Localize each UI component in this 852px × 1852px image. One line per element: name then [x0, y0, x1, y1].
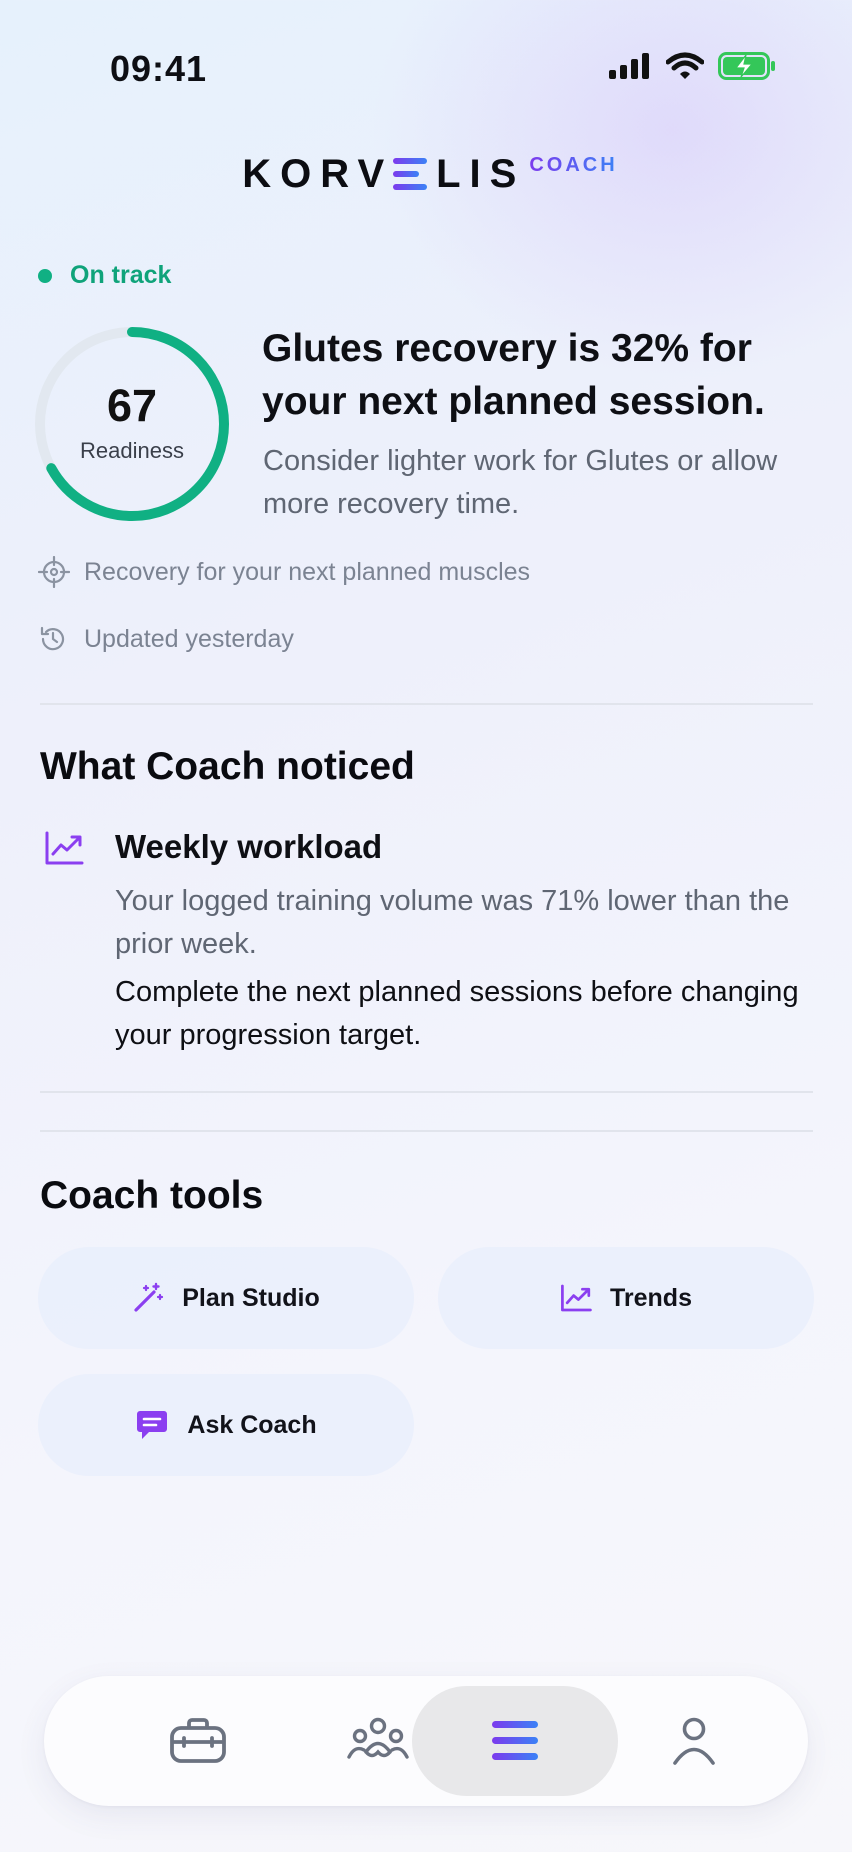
status-indicator: On track — [38, 261, 171, 290]
ask-coach-button[interactable]: Ask Coach — [38, 1374, 414, 1476]
wifi-icon — [666, 52, 704, 79]
brand-logo: KORV LIS COACH — [0, 150, 852, 198]
trends-label: Trends — [610, 1283, 692, 1312]
divider — [40, 1130, 813, 1132]
readiness-score: 67 — [106, 380, 158, 431]
brand-e-mark — [393, 158, 428, 190]
target-muscles-row: Recovery for your next planned muscles — [38, 556, 530, 588]
tools-section-title: Coach tools — [40, 1174, 264, 1217]
status-icons — [608, 52, 776, 80]
signal-icon — [609, 53, 649, 79]
updated-row: Updated yesterday — [38, 624, 294, 654]
status-dot — [38, 268, 52, 283]
battery-charging-icon — [718, 52, 775, 80]
magic-wand-icon — [134, 1282, 164, 1312]
recovery-headline: Glutes recovery is 32% for your next pla… — [262, 327, 765, 423]
tab-coach[interactable] — [425, 1676, 605, 1806]
plan-studio-button[interactable]: Plan Studio — [38, 1247, 414, 1349]
divider — [40, 703, 813, 705]
notice-action: Complete the next planned sessions befor… — [115, 976, 799, 1051]
chat-bubble-icon — [137, 1411, 168, 1439]
notice-body: Your logged training volume was 71% lowe… — [115, 885, 790, 960]
trends-button[interactable]: Trends — [438, 1247, 814, 1349]
community-icon — [347, 1717, 409, 1759]
profile-icon — [673, 1717, 715, 1765]
briefcase-icon — [170, 1718, 226, 1763]
history-icon — [40, 626, 65, 651]
ask-coach-label: Ask Coach — [187, 1410, 317, 1439]
notice-title: Weekly workload — [115, 828, 383, 865]
coach-menu-icon — [492, 1721, 538, 1760]
updated-text: Updated yesterday — [84, 624, 294, 653]
trend-chart-icon — [45, 831, 84, 865]
tab-profile[interactable] — [604, 1676, 784, 1806]
brand-name-left: KORV — [242, 152, 394, 196]
noticed-section-title: What Coach noticed — [40, 745, 415, 788]
tab-bar — [44, 1676, 808, 1806]
target-muscles-text: Recovery for your next planned muscles — [84, 557, 531, 586]
divider — [40, 1091, 813, 1093]
status-label: On track — [70, 261, 172, 289]
tab-briefcase[interactable] — [108, 1676, 288, 1806]
status-time: 09:41 — [110, 48, 208, 89]
brand-name-right: LIS — [436, 152, 526, 196]
trend-chart-icon — [561, 1284, 592, 1312]
readiness-label: Readiness — [80, 438, 184, 463]
recovery-subtext: Consider lighter work for Glutes or allo… — [263, 445, 778, 520]
crosshair-icon — [38, 556, 70, 588]
brand-sub: COACH — [529, 154, 618, 176]
plan-studio-label: Plan Studio — [182, 1283, 320, 1312]
